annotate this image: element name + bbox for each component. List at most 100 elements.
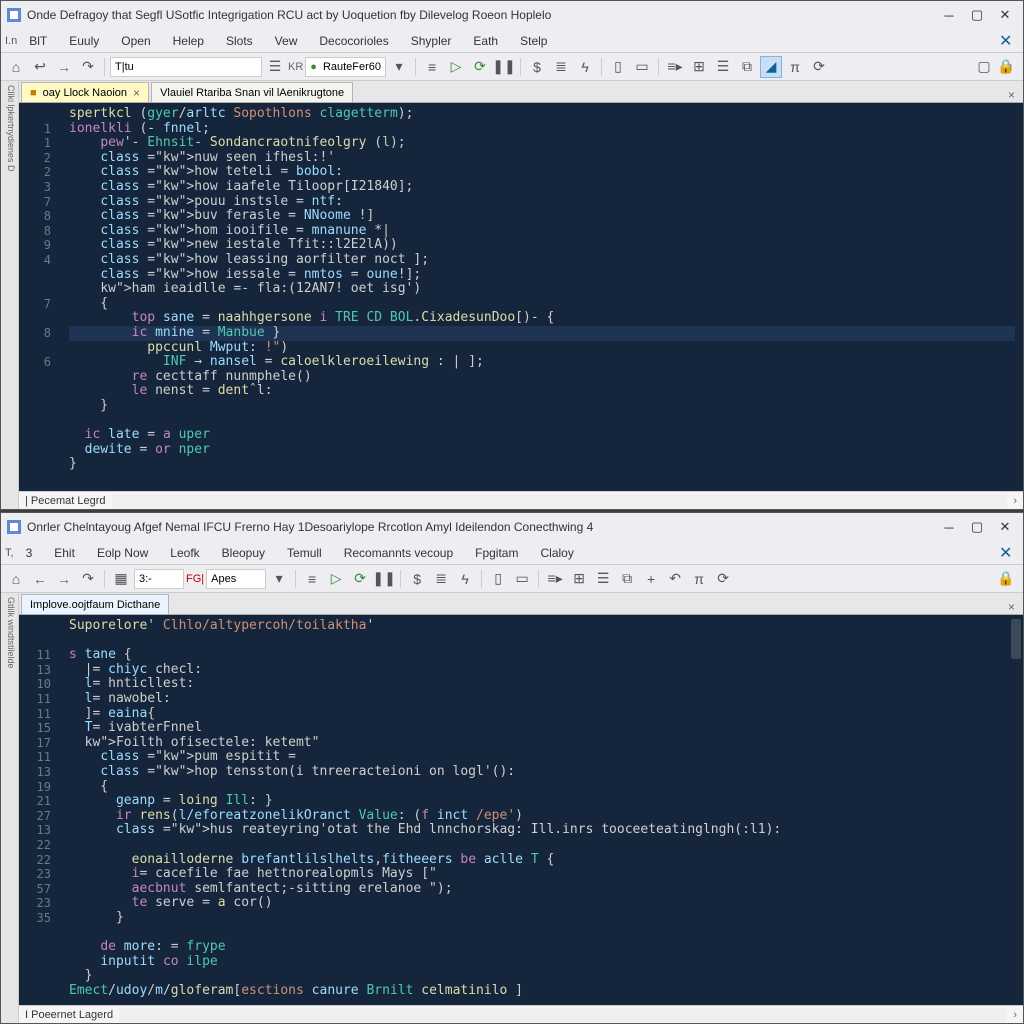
menu-item[interactable]: Fpgitam — [465, 544, 528, 562]
menu-item[interactable]: Leofk — [160, 544, 209, 562]
menu-item[interactable]: Claloy — [530, 544, 583, 562]
tab-label: Vlauiel Rtariba Snan vil lAenikrugtone — [160, 87, 344, 99]
play-icon[interactable]: ▷ — [325, 568, 347, 590]
vertical-scrollbar[interactable] — [1009, 615, 1023, 1005]
bars-icon[interactable]: ☰ — [592, 568, 614, 590]
tab-close-all-icon[interactable]: × — [1002, 600, 1021, 614]
home-icon[interactable]: ⌂ — [5, 56, 27, 78]
maximize-button[interactable]: ▢ — [963, 4, 991, 26]
tab-close-icon[interactable]: × — [133, 86, 140, 100]
indent-icon[interactable]: ≡▸ — [664, 56, 686, 78]
datetime-icon[interactable]: ▦ — [110, 568, 132, 590]
line-gutter: 11131011111517111319212713222223572335 — [19, 615, 61, 1005]
text-input-small[interactable] — [134, 569, 184, 589]
close-button[interactable]: ✕ — [991, 4, 1019, 26]
lock-icon[interactable]: 🔒 — [995, 56, 1017, 78]
menu-item[interactable]: Bleopuy — [212, 544, 275, 562]
step-icon[interactable]: ↷ — [77, 56, 99, 78]
bars-icon[interactable]: ☰ — [712, 56, 734, 78]
lock-icon[interactable]: 🔒 — [995, 568, 1017, 590]
refresh-icon[interactable]: ⟳ — [808, 56, 830, 78]
menu-item[interactable]: Slots — [216, 32, 263, 50]
left-sidebar-strip[interactable]: Cllki lpkertnydienes D — [1, 81, 19, 509]
link-icon[interactable]: ⧉ — [736, 56, 758, 78]
menu-item[interactable]: Temull — [277, 544, 332, 562]
left-sidebar-strip[interactable]: Gtlilk windtstilelde — [1, 593, 19, 1023]
scroll-right-icon[interactable]: › — [1013, 1009, 1017, 1021]
layout-icon[interactable]: ▯ — [607, 56, 629, 78]
dollar-icon[interactable]: $ — [406, 568, 428, 590]
menu-item[interactable]: 3 — [16, 544, 43, 562]
dropdown-arrow-icon[interactable]: ▾ — [268, 568, 290, 590]
close-button[interactable]: ✕ — [991, 516, 1019, 538]
minimize-button[interactable]: ─ — [935, 4, 963, 26]
play-icon[interactable]: ▷ — [445, 56, 467, 78]
menu-item[interactable]: Open — [111, 32, 160, 50]
refresh-play-icon[interactable]: ⟳ — [469, 56, 491, 78]
tab-inactive[interactable]: Vlauiel Rtariba Snan vil lAenikrugtone — [151, 82, 353, 102]
list-icon[interactable]: ≣ — [430, 568, 452, 590]
separator — [104, 570, 105, 588]
home-icon[interactable]: ⌂ — [5, 568, 27, 590]
dollar-icon[interactable]: $ — [526, 56, 548, 78]
maximize-button[interactable]: ▢ — [963, 516, 991, 538]
back-icon[interactable]: ↩ — [29, 56, 51, 78]
bottom-titlebar[interactable]: Onrler Chelntayoug Afgef Nemal IFCU Frer… — [1, 513, 1023, 541]
refresh-play-icon[interactable]: ⟳ — [349, 568, 371, 590]
config-icon[interactable]: ☰ — [264, 56, 286, 78]
tab-active[interactable]: ■ oay Llock Naoion × — [21, 82, 149, 102]
top-code-editor[interactable]: 1122378894 7 8 6 spertkcl (gyer/arltc So… — [19, 103, 1023, 491]
tab-active[interactable]: Implove.oojtfaum Dicthane — [21, 594, 169, 614]
horizontal-scrollbar[interactable] — [119, 1008, 1007, 1022]
refresh-icon[interactable]: ⟳ — [712, 568, 734, 590]
undo-icon[interactable]: ↶ — [664, 568, 686, 590]
code-content[interactable]: spertkcl (gyer/arltc Sopothlons clagette… — [61, 103, 1023, 491]
run-arrow-icon[interactable]: → — [53, 568, 75, 590]
layout-icon[interactable]: ▯ — [487, 568, 509, 590]
indent-icon[interactable]: ≡▸ — [544, 568, 566, 590]
menu-item[interactable]: BlT — [19, 32, 57, 50]
logo-swirl-icon: ✕ — [999, 31, 1019, 51]
plus-icon[interactable]: + — [640, 568, 662, 590]
step-icon[interactable]: ↷ — [77, 568, 99, 590]
menu-item[interactable]: Recomannts vecoup — [334, 544, 463, 562]
link-icon[interactable]: ⧉ — [616, 568, 638, 590]
list-icon[interactable]: ≣ — [550, 56, 572, 78]
back-arrow-icon[interactable]: ← — [29, 568, 51, 590]
menu-item[interactable]: Helep — [163, 32, 214, 50]
menu-item[interactable]: Ehit — [44, 544, 85, 562]
text-input-small[interactable] — [110, 57, 262, 77]
menu-item[interactable]: Shypler — [401, 32, 462, 50]
config-dropdown[interactable]: ●RauteFer60 — [305, 57, 386, 77]
window-icon[interactable]: ▢ — [973, 56, 995, 78]
pi-icon[interactable]: π — [784, 56, 806, 78]
align-icon[interactable]: ≡ — [421, 56, 443, 78]
horizontal-scrollbar[interactable] — [112, 494, 1008, 508]
tab-close-all-icon[interactable]: × — [1002, 88, 1021, 102]
grid-icon[interactable]: ⊞ — [688, 56, 710, 78]
menu-item[interactable]: Decocorioles — [309, 32, 398, 50]
panel-icon[interactable]: ▭ — [511, 568, 533, 590]
menu-item[interactable]: Eath — [463, 32, 508, 50]
grid-icon[interactable]: ⊞ — [568, 568, 590, 590]
pause-icon[interactable]: ❚❚ — [373, 568, 395, 590]
minimize-button[interactable]: ─ — [935, 516, 963, 538]
panel-icon[interactable]: ▭ — [631, 56, 653, 78]
menu-item[interactable]: Euuly — [59, 32, 109, 50]
code-content[interactable]: Suporelore' Clhlo/altypercoh/toilaktha' … — [61, 615, 1009, 1005]
bolt-icon[interactable]: ϟ — [574, 56, 596, 78]
bottom-code-editor[interactable]: 11131011111517111319212713222223572335 S… — [19, 615, 1023, 1005]
dropdown-arrow-icon[interactable]: ▾ — [388, 56, 410, 78]
top-titlebar[interactable]: Onde Defragoy that Segfl USotfic Integri… — [1, 1, 1023, 29]
bolt-icon[interactable]: ϟ — [454, 568, 476, 590]
scroll-right-icon[interactable]: › — [1013, 495, 1017, 507]
highlight-icon[interactable]: ◢ — [760, 56, 782, 78]
pause-icon[interactable]: ❚❚ — [493, 56, 515, 78]
menu-item[interactable]: Eolp Now — [87, 544, 158, 562]
align-icon[interactable]: ≡ — [301, 568, 323, 590]
menu-item[interactable]: Vew — [265, 32, 308, 50]
run-arrow-icon[interactable]: → — [53, 56, 75, 78]
pi-icon[interactable]: π — [688, 568, 710, 590]
config-dropdown[interactable]: Apes — [206, 569, 266, 589]
menu-item[interactable]: Stelp — [510, 32, 557, 50]
